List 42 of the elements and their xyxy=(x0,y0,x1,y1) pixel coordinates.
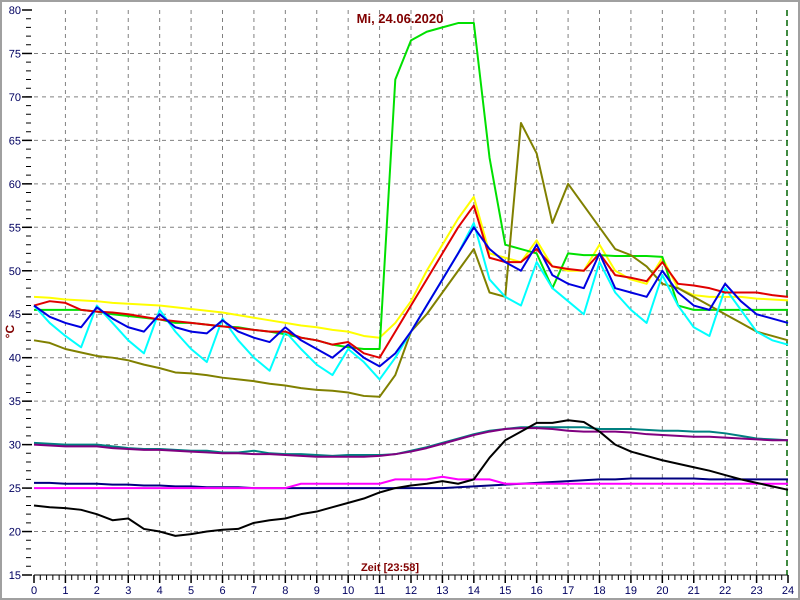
axis-tick-label: 35 xyxy=(8,396,21,408)
axis-tick-label: 30 xyxy=(8,440,21,452)
axis-tick-label: 0 xyxy=(30,585,38,597)
axis-tick-label: 11 xyxy=(374,585,386,597)
axis-tick-label: 45 xyxy=(8,309,21,322)
x-axis-label: Zeit [23:58] xyxy=(360,562,420,574)
axis-tick-label: 15 xyxy=(499,585,512,597)
axis-tick-label: 21 xyxy=(688,585,700,597)
axis-tick-label: 25 xyxy=(8,483,21,496)
axis-tick-label: 20 xyxy=(8,526,21,539)
axis-tick-label: 10 xyxy=(342,585,354,597)
axis-tick-label: 65 xyxy=(8,135,21,148)
axis-tick-label: 6 xyxy=(219,585,226,597)
axis-tick-label: 22 xyxy=(719,585,732,597)
axis-tick-label: 7 xyxy=(250,585,257,597)
axis-tick-label: 15 xyxy=(8,570,21,582)
axis-tick-label: 13 xyxy=(436,585,449,597)
axis-tick-label: 18 xyxy=(593,585,606,597)
axis-tick-label: 24 xyxy=(782,585,794,597)
axis-tick-label: 3 xyxy=(125,585,132,597)
axis-tick-label: 5 xyxy=(188,585,194,597)
chart-title: Mi, 24.06.2020 xyxy=(356,11,444,26)
axis-tick-label: 20 xyxy=(656,585,668,597)
axis-tick-label: 55 xyxy=(8,222,21,234)
axis-tick-label: 23 xyxy=(750,585,763,597)
axis-tick-label: 4 xyxy=(156,585,163,597)
axis-tick-label: 14 xyxy=(468,585,480,597)
axis-tick-label: 17 xyxy=(562,585,574,597)
axis-tick-label: 9 xyxy=(314,585,320,597)
axis-tick-label: 75 xyxy=(8,48,21,60)
axis-tick-label: 40 xyxy=(8,352,21,365)
axis-tick-label: 12 xyxy=(404,585,418,597)
axis-tick-label: 50 xyxy=(8,266,21,278)
axis-tick-label: 16 xyxy=(530,585,543,597)
axis-tick-label: 19 xyxy=(624,585,638,597)
axis-tick-label: 8 xyxy=(282,585,288,597)
axis-tick-label: 2 xyxy=(94,585,100,597)
axis-tick-label: 80 xyxy=(8,5,21,17)
y-axis-label: °C xyxy=(3,324,17,338)
axis-tick-label: 60 xyxy=(8,178,21,191)
axis-tick-label: 70 xyxy=(8,92,21,104)
axis-tick-label: 1 xyxy=(62,585,68,597)
